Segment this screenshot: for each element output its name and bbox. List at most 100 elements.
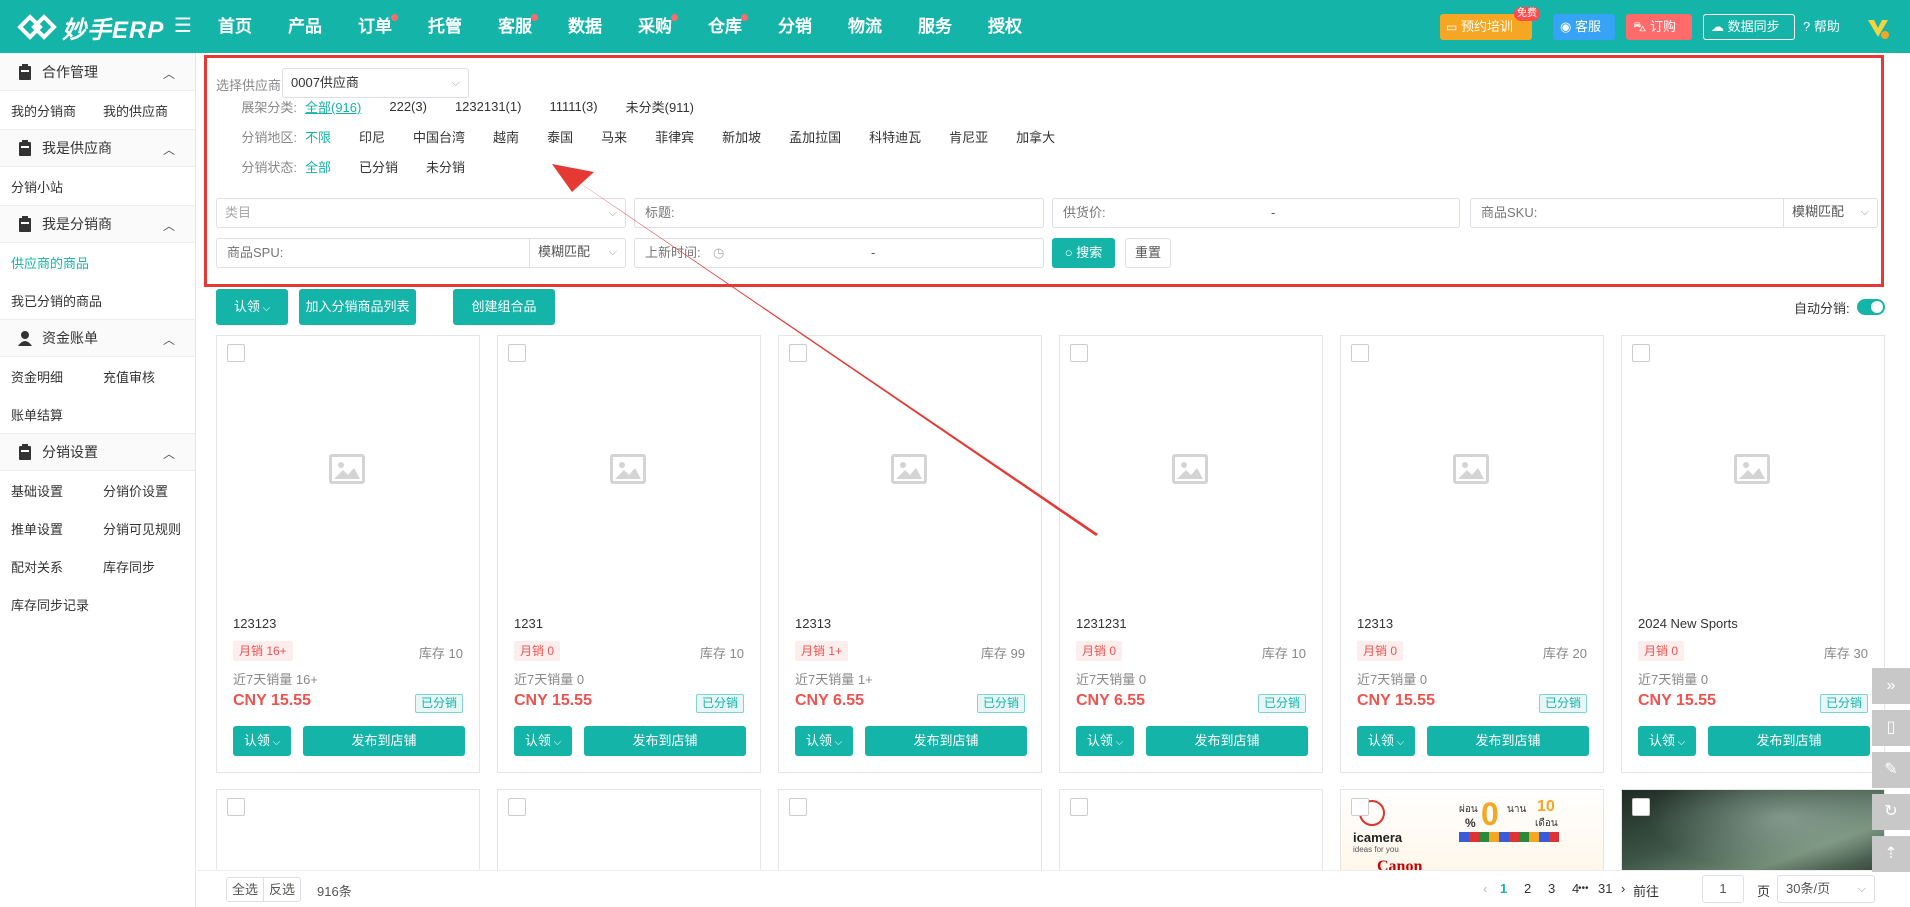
create-combo-button[interactable]: 创建组合品	[453, 289, 555, 325]
product-card-partial[interactable]	[778, 789, 1042, 879]
logo[interactable]: 妙手ERP	[16, 7, 164, 47]
mobile-icon[interactable]: ▯	[1872, 710, 1910, 746]
nav-item-7[interactable]: 仓库	[690, 0, 760, 53]
training-button[interactable]: ▭ 预约培训 免费	[1440, 7, 1540, 40]
sidebar-item[interactable]: 库存同步	[103, 557, 195, 576]
filter-option[interactable]: 加拿大	[1016, 127, 1055, 146]
nav-item-11[interactable]: 授权	[970, 0, 1040, 53]
goto-page-input[interactable]: 1	[1702, 875, 1744, 903]
refresh-icon[interactable]: ↻	[1872, 794, 1910, 830]
claim-button[interactable]: 认领 ⌵	[1076, 726, 1134, 756]
filter-option[interactable]: 马来	[601, 127, 627, 146]
title-input[interactable]: 标题:	[634, 198, 1044, 228]
nav-item-6[interactable]: 采购	[620, 0, 690, 53]
page-number[interactable]: 1	[1500, 881, 1507, 896]
nav-item-2[interactable]: 订单	[340, 0, 410, 53]
avatar[interactable]	[1865, 15, 1891, 41]
data-sync-button[interactable]: ☁ 数据同步	[1703, 14, 1795, 40]
nav-item-0[interactable]: 首页	[200, 0, 270, 53]
sidebar-group-3[interactable]: 资金账单 ︿	[0, 319, 195, 357]
filter-option[interactable]: 未分销	[426, 157, 465, 176]
filter-option[interactable]: 越南	[493, 127, 519, 146]
add-distribution-list-button[interactable]: 加入分销商品列表	[299, 289, 416, 325]
claim-dropdown-button[interactable]: 认领 ⌵	[216, 289, 288, 325]
page-number[interactable]: 3	[1548, 881, 1555, 896]
product-card-partial[interactable]	[216, 789, 480, 879]
sidebar-item[interactable]: 账单结算	[11, 405, 103, 424]
page-last[interactable]: 31	[1598, 881, 1612, 896]
publish-button[interactable]: 发布到店铺	[1708, 726, 1870, 756]
sidebar-item[interactable]: 我的供应商	[103, 101, 195, 120]
filter-option[interactable]: 不限	[305, 127, 331, 146]
filter-option[interactable]: 已分销	[359, 157, 398, 176]
product-card[interactable]: 12313 月销 0 库存 20 近7天销量 0 CNY 15.55 已分销 认领 ⌵ 发布到…	[1340, 335, 1604, 773]
claim-button[interactable]: 认领 ⌵	[1638, 726, 1696, 756]
product-card-banner[interactable]: icamera ideas for you Canon ผ่อน % 0 นาน…	[1340, 789, 1604, 879]
sidebar-item[interactable]: 供应商的商品	[11, 253, 103, 272]
publish-button[interactable]: 发布到店铺	[1146, 726, 1308, 756]
sku-match-select[interactable]: 模糊匹配 ⌵	[1783, 198, 1877, 228]
category-select[interactable]: 类目 ⌵	[216, 198, 626, 228]
menu-toggle-icon[interactable]: ☰	[174, 15, 192, 37]
nav-item-8[interactable]: 分销	[760, 0, 830, 53]
claim-button[interactable]: 认领 ⌵	[795, 726, 853, 756]
feedback-icon[interactable]: ✎	[1872, 752, 1910, 788]
filter-option[interactable]: 全部	[305, 157, 331, 176]
sidebar-item[interactable]: 我已分销的商品	[11, 291, 103, 310]
service-button[interactable]: ◉ 客服	[1553, 14, 1615, 40]
claim-button[interactable]: 认领 ⌵	[1357, 726, 1415, 756]
sidebar-item[interactable]: 库存同步记录	[11, 595, 103, 614]
filter-option[interactable]: 11111(3)	[549, 99, 597, 114]
sidebar-group-0[interactable]: 合作管理 ︿	[0, 53, 195, 91]
filter-option[interactable]: 科特迪瓦	[869, 127, 921, 146]
publish-button[interactable]: 发布到店铺	[865, 726, 1027, 756]
select-checkbox[interactable]	[227, 798, 245, 816]
next-page-icon[interactable]: ›	[1621, 881, 1625, 896]
select-checkbox[interactable]	[789, 344, 807, 362]
filter-option[interactable]: 未分类(911)	[626, 97, 694, 116]
spu-input[interactable]: 商品SPU: 模糊匹配 ⌵	[216, 238, 626, 268]
prev-page-icon[interactable]: ‹	[1483, 881, 1487, 896]
reset-button[interactable]: 重置	[1125, 238, 1171, 268]
product-card[interactable]: 2024 New Sports 月销 0 库存 30 近7天销量 0 CNY 15.55…	[1621, 335, 1885, 773]
product-card[interactable]: 12313 月销 1+ 库存 99 近7天销量 1+ CNY 6.55 已分销 认领 ⌵ 发布…	[778, 335, 1042, 773]
nav-item-10[interactable]: 服务	[900, 0, 970, 53]
sidebar-item[interactable]: 推单设置	[11, 519, 103, 538]
search-button[interactable]: ○ 搜索	[1052, 238, 1115, 268]
select-checkbox[interactable]	[1351, 798, 1369, 816]
filter-option[interactable]: 菲律宾	[655, 127, 694, 146]
supplier-select[interactable]: 0007供应商 ⌵	[282, 68, 469, 98]
nav-item-1[interactable]: 产品	[270, 0, 340, 53]
back-to-top-icon[interactable]: ⇡	[1872, 836, 1910, 872]
filter-option[interactable]: 中国台湾	[413, 127, 465, 146]
select-checkbox[interactable]	[1070, 344, 1088, 362]
select-checkbox[interactable]	[1351, 344, 1369, 362]
supply-price-range[interactable]: 供货价: -	[1052, 198, 1460, 228]
filter-option[interactable]: 孟加拉国	[789, 127, 841, 146]
product-card[interactable]: 1231 月销 0 库存 10 近7天销量 0 CNY 15.55 已分销 认领 ⌵ 发布到店…	[497, 335, 761, 773]
select-checkbox[interactable]	[508, 344, 526, 362]
sidebar-item[interactable]: 分销小站	[11, 177, 103, 196]
sidebar-item[interactable]: 充值审核	[103, 367, 195, 386]
page-size-select[interactable]: 30条/页 ⌵	[1777, 875, 1875, 903]
select-checkbox[interactable]	[789, 798, 807, 816]
auto-distribution-toggle[interactable]	[1857, 299, 1885, 315]
select-checkbox[interactable]	[1070, 798, 1088, 816]
sidebar-item[interactable]: 我的分销商	[11, 101, 103, 120]
nav-item-5[interactable]: 数据	[550, 0, 620, 53]
sidebar-group-4[interactable]: 分销设置 ︿	[0, 433, 195, 471]
filter-option[interactable]: 泰国	[547, 127, 573, 146]
filter-option[interactable]: 新加坡	[722, 127, 761, 146]
page-number[interactable]: 2	[1524, 881, 1531, 896]
sku-input[interactable]: 商品SKU: 模糊匹配 ⌵	[1470, 198, 1878, 228]
product-card-partial[interactable]	[497, 789, 761, 879]
sidebar-item[interactable]: 资金明细	[11, 367, 103, 386]
help-link[interactable]: ? 帮助	[1803, 14, 1840, 40]
claim-button[interactable]: 认领 ⌵	[233, 726, 291, 756]
select-checkbox[interactable]	[1632, 798, 1650, 816]
select-checkbox[interactable]	[1632, 344, 1650, 362]
product-card-partial[interactable]	[1059, 789, 1323, 879]
filter-option[interactable]: 印尼	[359, 127, 385, 146]
nav-item-9[interactable]: 物流	[830, 0, 900, 53]
product-card[interactable]: 123123 月销 16+ 库存 10 近7天销量 16+ CNY 15.55 已分销 认领…	[216, 335, 480, 773]
